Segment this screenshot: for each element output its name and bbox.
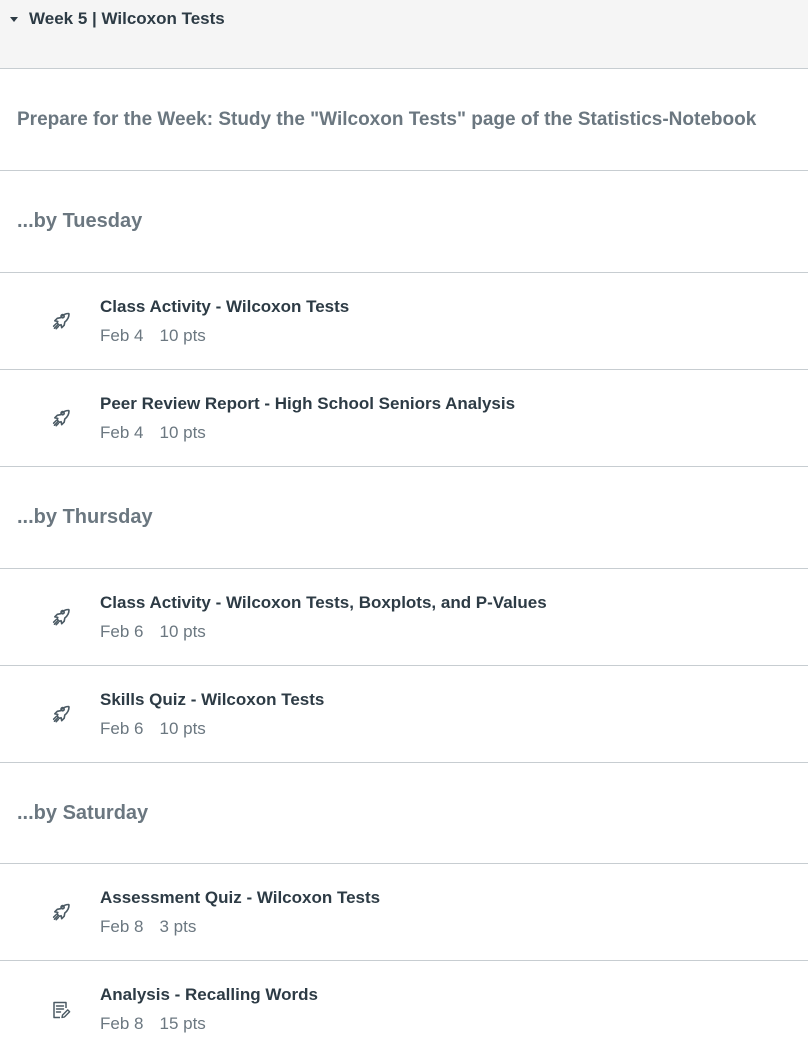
assignment-link[interactable]: Analysis - Recalling Words <box>100 985 318 1005</box>
rocket-icon <box>49 406 73 430</box>
due-date: Feb 6 <box>100 718 144 738</box>
prepare-subheader: Prepare for the Week: Study the "Wilcoxo… <box>0 69 808 171</box>
section-heading-saturday: ...by Saturday <box>0 763 808 864</box>
module-title: Week 5 | Wilcoxon Tests <box>29 9 225 28</box>
caret-down-icon[interactable] <box>10 16 18 22</box>
module-item: Peer Review Report - High School Seniors… <box>0 370 808 467</box>
points: 15 pts <box>159 1014 206 1033</box>
item-meta: Feb 6 10 pts <box>100 719 324 739</box>
rocket-icon <box>49 605 73 629</box>
module-item: Analysis - Recalling Words Feb 8 15 pts <box>0 961 808 1052</box>
quiz-link[interactable]: Skills Quiz - Wilcoxon Tests <box>100 690 324 710</box>
item-meta: Feb 8 15 pts <box>100 1014 318 1034</box>
points: 10 pts <box>159 325 206 345</box>
item-meta: Feb 4 10 pts <box>100 423 515 443</box>
module-item: Class Activity - Wilcoxon Tests Feb 4 10… <box>0 273 808 370</box>
module-header[interactable]: Week 5 | Wilcoxon Tests <box>0 0 808 69</box>
due-date: Feb 4 <box>100 422 144 442</box>
module-item: Class Activity - Wilcoxon Tests, Boxplot… <box>0 569 808 666</box>
item-meta: Feb 6 10 pts <box>100 622 547 642</box>
rocket-icon <box>49 900 73 924</box>
points: 10 pts <box>159 718 206 738</box>
points: 10 pts <box>159 621 206 641</box>
assignment-link[interactable]: Class Activity - Wilcoxon Tests <box>100 297 349 317</box>
points: 10 pts <box>159 422 206 442</box>
due-date: Feb 8 <box>100 916 144 936</box>
module-collapse-toggle[interactable]: Week 5 | Wilcoxon Tests <box>10 9 225 29</box>
rocket-icon <box>49 702 73 726</box>
section-heading-tuesday: ...by Tuesday <box>0 171 808 273</box>
section-heading-thursday: ...by Thursday <box>0 467 808 569</box>
assignment-edit-icon <box>49 998 73 1022</box>
module-item: Skills Quiz - Wilcoxon Tests Feb 6 10 pt… <box>0 666 808 763</box>
due-date: Feb 6 <box>100 621 144 641</box>
module-item: Assessment Quiz - Wilcoxon Tests Feb 8 3… <box>0 864 808 961</box>
item-meta: Feb 4 10 pts <box>100 326 349 346</box>
item-meta: Feb 8 3 pts <box>100 917 380 937</box>
quiz-link[interactable]: Assessment Quiz - Wilcoxon Tests <box>100 888 380 908</box>
points: 3 pts <box>159 916 197 936</box>
assignment-link[interactable]: Peer Review Report - High School Seniors… <box>100 394 515 414</box>
module-week-5: Week 5 | Wilcoxon Tests Prepare for the … <box>0 0 808 1052</box>
due-date: Feb 4 <box>100 325 144 345</box>
rocket-icon <box>49 309 73 333</box>
assignment-link[interactable]: Class Activity - Wilcoxon Tests, Boxplot… <box>100 593 547 613</box>
due-date: Feb 8 <box>100 1014 144 1033</box>
